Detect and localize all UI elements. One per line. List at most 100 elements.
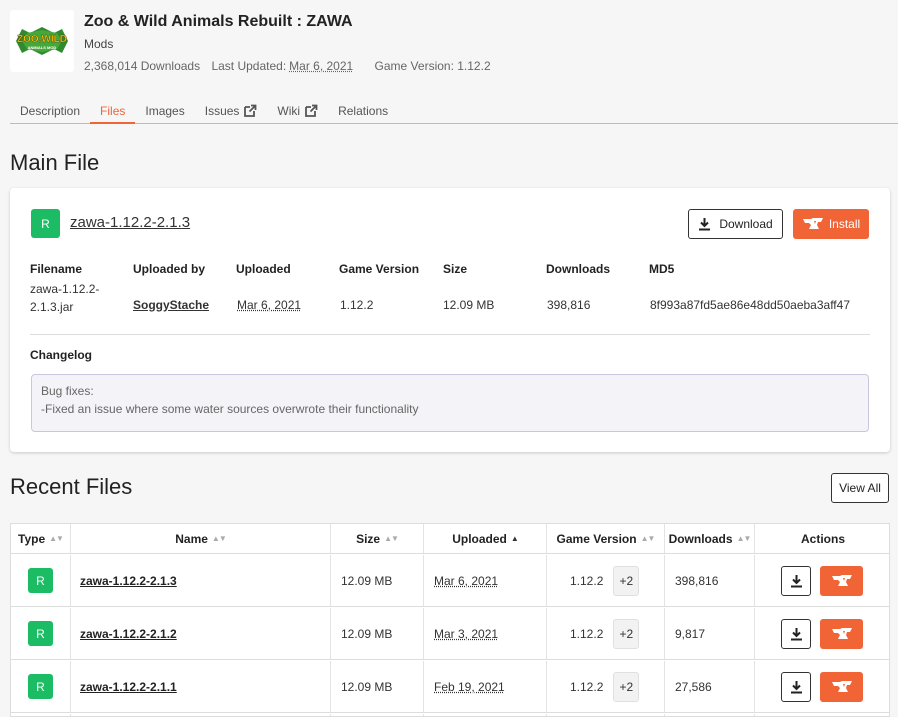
col-label: Downloads [668, 531, 733, 546]
col-downloads[interactable]: Downloads ▲▼ [665, 524, 755, 553]
sort-icon: ▲▼ [211, 534, 227, 543]
file-name-link[interactable]: zawa-1.12.2-2.1.2 [80, 627, 177, 641]
col-name[interactable]: Name ▲▼ [71, 524, 331, 553]
file-name-link[interactable]: zawa-1.12.2-2.1.3 [80, 574, 177, 588]
changelog-line: -Fixed an issue where some water sources… [41, 402, 419, 416]
file-uploaded: Mar 6, 2021 [434, 573, 499, 588]
col-label: Game Version [556, 531, 637, 546]
more-versions-badge[interactable]: +2 [613, 618, 640, 649]
tab-label: Images [145, 104, 185, 118]
curseforge-anvil-icon [831, 574, 852, 586]
download-icon [699, 218, 711, 231]
file-game-version: 1.12.2 [570, 626, 604, 641]
project-title: Zoo & Wild Animals Rebuilt : ZAWA [84, 13, 353, 30]
more-versions-badge[interactable]: +2 [613, 671, 640, 702]
install-button[interactable]: Install [793, 209, 869, 239]
table-header: Type ▲▼ Name ▲▼ Size ▲▼ Uploaded ▲ Game Vers… [11, 524, 889, 554]
tab-label: Relations [338, 104, 389, 118]
main-file-card: R zawa-1.12.2-2.1.3 Download Install Fil… [10, 188, 890, 452]
row-install-button[interactable] [820, 618, 863, 649]
tab-label: Description [20, 104, 81, 118]
row-install-button[interactable] [820, 565, 863, 596]
project-logo[interactable]: ZOO.WILD ANIMALS MOD [10, 10, 74, 72]
file-name-link[interactable]: zawa-1.12.2-2.1.1 [80, 680, 177, 694]
project-header: ZOO.WILD ANIMALS MOD Zoo & Wild Animals … [10, 10, 499, 73]
curseforge-anvil-icon [802, 218, 823, 229]
changelog-box: Bug fixes: -Fixed an issue where some wa… [31, 374, 869, 432]
filename-value: zawa-1.12.2- 2.1.3.jar [30, 280, 99, 316]
main-file-name-link[interactable]: zawa-1.12.2-2.1.3 [70, 214, 190, 231]
more-versions-badge[interactable]: +2 [613, 565, 640, 596]
tab-label: Issues [204, 104, 240, 118]
row-download-button[interactable] [781, 671, 811, 702]
download-icon [790, 574, 802, 587]
file-game-version: 1.12.2 [570, 679, 604, 694]
tab-relations[interactable]: Relations [328, 100, 398, 124]
tab-issues[interactable]: Issues [195, 100, 268, 124]
sort-icon: ▲▼ [49, 534, 64, 543]
curseforge-anvil-icon [831, 680, 852, 692]
sort-icon: ▲▼ [736, 534, 752, 543]
col-uploaded[interactable]: Uploaded ▲ [424, 524, 547, 553]
sort-icon: ▲▼ [384, 534, 399, 543]
col-size[interactable]: Size ▲▼ [331, 524, 424, 553]
external-link-icon [305, 104, 318, 117]
row-download-button[interactable] [781, 618, 811, 649]
col-label: Uploaded [452, 531, 507, 546]
main-file-heading: Main File [10, 150, 100, 175]
col-label: Name [175, 531, 208, 546]
tab-label: Wiki [277, 104, 301, 118]
project-downloads: 2,368,014 Downloads [84, 59, 201, 73]
project-category[interactable]: Mods [84, 37, 499, 51]
col-label: Type [18, 531, 46, 546]
file-downloads: 398,816 [675, 573, 719, 588]
tab-label: Files [100, 104, 126, 118]
col-game-version[interactable]: Game Version ▲▼ [547, 524, 665, 553]
game-version-value: 1.12.2 [340, 298, 374, 312]
svg-text:ZOO.WILD: ZOO.WILD [17, 34, 67, 45]
release-badge: R [31, 209, 60, 238]
size-header: Size [443, 262, 468, 276]
row-install-button[interactable] [820, 671, 863, 702]
sort-asc-icon: ▲ [510, 534, 519, 543]
project-game-version: Game Version: 1.12.2 [374, 59, 491, 73]
external-link-icon [244, 104, 257, 117]
view-all-button[interactable]: View All [831, 473, 889, 503]
curseforge-anvil-icon [831, 627, 852, 639]
recent-files-table: Type ▲▼ Name ▲▼ Size ▲▼ Uploaded ▲ Game Vers… [10, 523, 890, 717]
tab-wiki[interactable]: Wiki [267, 100, 328, 124]
download-button[interactable]: Download [688, 209, 783, 239]
recent-files-heading: Recent Files [10, 474, 133, 499]
col-type[interactable]: Type ▲▼ [11, 524, 71, 553]
release-badge: R [28, 674, 53, 699]
tab-description[interactable]: Description [10, 100, 90, 124]
divider [30, 334, 870, 335]
row-download-button[interactable] [781, 565, 811, 596]
uploader-link[interactable]: SoggyStache [133, 298, 209, 312]
file-uploaded: Feb 19, 2021 [434, 679, 505, 694]
col-label: Actions [800, 531, 845, 546]
file-size: 12.09 MB [341, 573, 393, 588]
filename-line: zawa-1.12.2- [30, 282, 100, 296]
filename-header: Filename [30, 262, 83, 276]
file-uploaded: Mar 3, 2021 [434, 626, 499, 641]
file-game-version: 1.12.2 [570, 573, 604, 588]
download-icon [790, 680, 802, 693]
sort-icon: ▲▼ [640, 534, 656, 543]
uploaded-header: Uploaded [236, 262, 291, 276]
tab-files[interactable]: Files [90, 100, 136, 124]
download-label: Download [719, 217, 773, 231]
changelog-line: Bug fixes: [41, 384, 94, 398]
release-badge: R [28, 621, 53, 646]
last-updated-date: Mar 6, 2021 [289, 59, 354, 73]
downloads-header: Downloads [546, 262, 611, 276]
table-row: R zawa-1.12.2-2.1.2 12.09 MB Mar 3, 2021… [11, 608, 889, 660]
tab-images[interactable]: Images [135, 100, 194, 124]
md5-header: MD5 [649, 262, 675, 276]
filename-line: 2.1.3.jar [30, 300, 74, 314]
svg-text:ANIMALS MOD: ANIMALS MOD [28, 45, 57, 50]
install-label: Install [828, 217, 861, 231]
uploaded-value: Mar 6, 2021 [237, 298, 302, 312]
file-size: 12.09 MB [341, 679, 393, 694]
file-size: 12.09 MB [341, 626, 393, 641]
